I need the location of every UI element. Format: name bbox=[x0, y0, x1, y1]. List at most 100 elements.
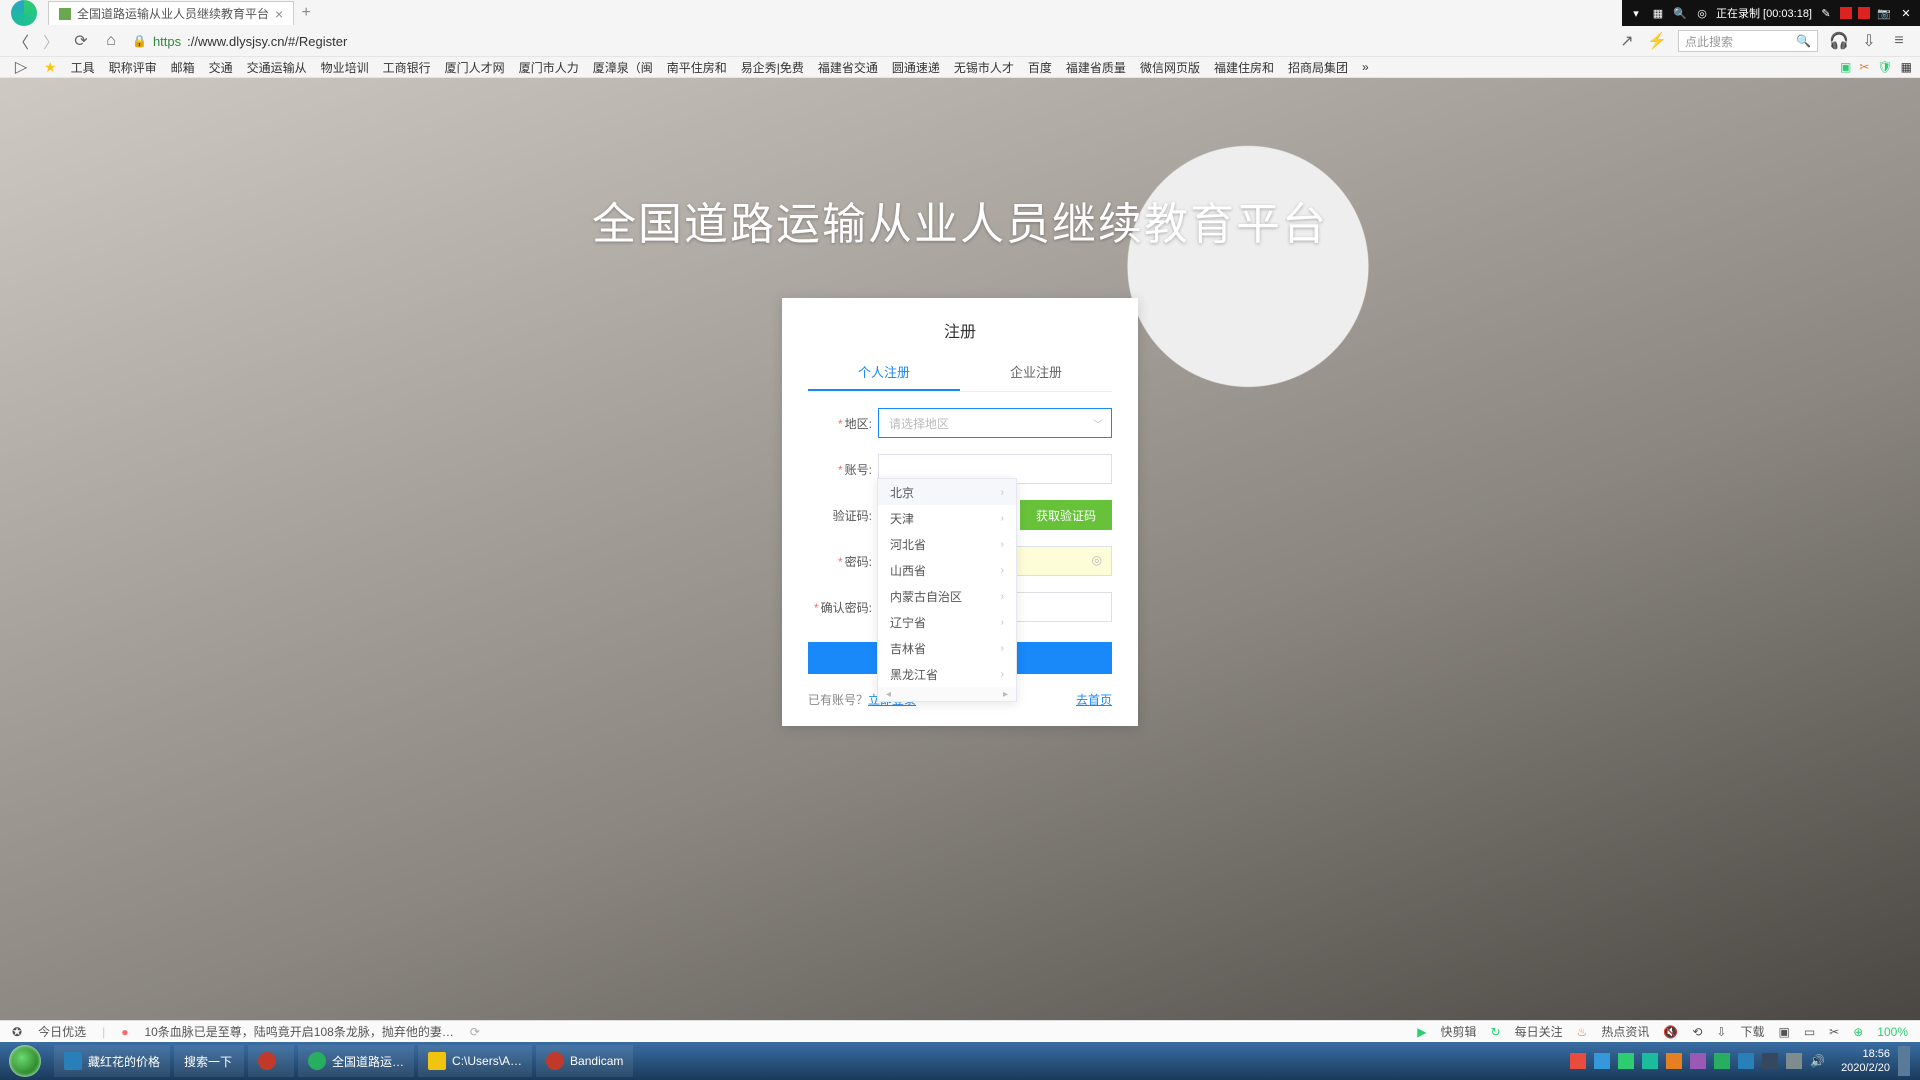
bookmark-item[interactable]: 圆通速递 bbox=[892, 59, 940, 76]
bookmark-item[interactable]: 福建住房和 bbox=[1214, 59, 1274, 76]
tray-icon[interactable] bbox=[1714, 1053, 1730, 1069]
bookmark-item[interactable]: 招商局集团 bbox=[1288, 59, 1348, 76]
flash-icon[interactable]: ⚡ bbox=[1648, 32, 1666, 50]
bookmark-item[interactable]: 厦门人才网 bbox=[445, 59, 505, 76]
bookmark-item[interactable]: 易企秀|免费 bbox=[741, 59, 804, 76]
volume-icon[interactable]: 🔊 bbox=[1810, 1054, 1825, 1068]
ext-grid-icon[interactable]: ▦ bbox=[1901, 60, 1912, 74]
ext-icon[interactable]: ▣ bbox=[1840, 60, 1851, 74]
bookmark-item[interactable]: 微信网页版 bbox=[1140, 59, 1200, 76]
download-small-icon[interactable]: ⇩ bbox=[1716, 1025, 1726, 1039]
dropdown-item[interactable]: 黑龙江省› bbox=[878, 661, 1016, 687]
tray-icon[interactable] bbox=[1618, 1053, 1634, 1069]
eye-icon[interactable]: ◎ bbox=[1092, 553, 1102, 567]
bookmark-item[interactable]: 职称评审 bbox=[109, 59, 157, 76]
back-icon[interactable]: 〈 bbox=[12, 32, 30, 50]
tray-icon[interactable] bbox=[1762, 1053, 1778, 1069]
scroll-right-icon[interactable]: ▸ bbox=[1003, 689, 1008, 700]
hot-icon[interactable]: ♨ bbox=[1577, 1025, 1588, 1039]
bookmark-item[interactable]: 交通运输从 bbox=[247, 59, 307, 76]
bookmark-item[interactable]: 无锡市人才 bbox=[954, 59, 1014, 76]
browser-search[interactable]: 点此搜索 🔍 bbox=[1678, 30, 1818, 52]
get-captcha-button[interactable]: 获取验证码 bbox=[1020, 500, 1112, 530]
chevron-down-icon[interactable]: ▾ bbox=[1628, 5, 1644, 21]
tray-icon[interactable] bbox=[1594, 1053, 1610, 1069]
show-desktop[interactable] bbox=[1898, 1046, 1910, 1076]
bookmark-item[interactable]: 交通 bbox=[209, 59, 233, 76]
tray-icon[interactable] bbox=[1690, 1053, 1706, 1069]
region-select[interactable]: 请选择地区 ﹀ bbox=[878, 408, 1112, 438]
status-today[interactable]: 今日优选 bbox=[38, 1023, 86, 1040]
stop-icon[interactable] bbox=[1858, 7, 1870, 19]
status-download[interactable]: 下载 bbox=[1740, 1023, 1764, 1040]
status-quickedit[interactable]: 快剪辑 bbox=[1441, 1023, 1477, 1040]
scroll-left-icon[interactable]: ◂ bbox=[886, 689, 891, 700]
headphones-icon[interactable]: 🎧 bbox=[1830, 32, 1848, 50]
close-icon[interactable]: ✕ bbox=[1898, 5, 1914, 21]
target-icon[interactable]: ◎ bbox=[1694, 5, 1710, 21]
tray-icon[interactable] bbox=[1642, 1053, 1658, 1069]
star-icon[interactable]: ★ bbox=[44, 59, 57, 76]
bookmark-item[interactable]: 工商银行 bbox=[383, 59, 431, 76]
forward-icon[interactable]: 〉 bbox=[42, 32, 60, 50]
bookmark-item[interactable]: 工具 bbox=[71, 59, 95, 76]
new-tab-button[interactable]: + bbox=[294, 4, 318, 22]
tray-icon[interactable] bbox=[1786, 1053, 1802, 1069]
bookmark-item[interactable]: 百度 bbox=[1028, 59, 1052, 76]
share-icon[interactable]: ↗ bbox=[1618, 32, 1636, 50]
status-news[interactable]: 10条血脉已是至尊，陆鸣竟开启108条龙脉，抛弃他的妻… bbox=[144, 1023, 453, 1040]
bookmark-item[interactable]: 物业培训 bbox=[321, 59, 369, 76]
reload-icon[interactable]: ⟳ bbox=[72, 32, 90, 50]
tray-icon[interactable] bbox=[1570, 1053, 1586, 1069]
address-bar[interactable]: 🔒 https://www.dlysjsy.cn/#/Register bbox=[132, 34, 1606, 49]
refresh-small-icon[interactable]: ⟲ bbox=[1692, 1025, 1702, 1039]
bookmark-item[interactable]: 福建省交通 bbox=[818, 59, 878, 76]
record-stop-icon[interactable] bbox=[1840, 7, 1852, 19]
play-icon[interactable]: ▶ bbox=[1417, 1025, 1426, 1039]
tab-enterprise[interactable]: 企业注册 bbox=[960, 354, 1112, 391]
tab-personal[interactable]: 个人注册 bbox=[808, 354, 960, 391]
zoom-icon[interactable]: ⊕ bbox=[1853, 1025, 1863, 1039]
status-hot[interactable]: 热点资讯 bbox=[1601, 1023, 1649, 1040]
pip-icon[interactable]: ▣ bbox=[1778, 1025, 1789, 1039]
bookmark-item[interactable]: 邮箱 bbox=[171, 59, 195, 76]
dropdown-item[interactable]: 河北省› bbox=[878, 531, 1016, 557]
bookmark-item[interactable]: 福建省质量 bbox=[1066, 59, 1126, 76]
dropdown-item[interactable]: 内蒙古自治区› bbox=[878, 583, 1016, 609]
dropdown-item[interactable]: 吉林省› bbox=[878, 635, 1016, 661]
status-daily[interactable]: 每日关注 bbox=[1515, 1023, 1563, 1040]
refresh-icon[interactable]: ⟳ bbox=[470, 1025, 480, 1039]
browser-tab[interactable]: 全国道路运输从业人员继续教育平台 × bbox=[48, 1, 294, 25]
tab-close-icon[interactable]: × bbox=[275, 6, 283, 22]
taskbar-item[interactable]: 搜索一下 bbox=[174, 1045, 244, 1077]
pencil-icon[interactable]: ✎ bbox=[1818, 5, 1834, 21]
taskbar-item[interactable]: Bandicam bbox=[536, 1045, 633, 1077]
bookmark-item[interactable]: 南平住房和 bbox=[667, 59, 727, 76]
magnify-icon[interactable]: 🔍 bbox=[1672, 5, 1688, 21]
dropdown-item[interactable]: 辽宁省› bbox=[878, 609, 1016, 635]
taskbar-item[interactable]: 藏红花的价格 bbox=[54, 1045, 170, 1077]
bookmark-more-icon[interactable]: » bbox=[1362, 60, 1369, 74]
bookmark-play-icon[interactable]: ▷ bbox=[12, 58, 30, 76]
camera-icon[interactable]: 📷 bbox=[1876, 5, 1892, 21]
ext-shield-icon[interactable]: 🛡 bbox=[1877, 60, 1892, 74]
download-icon[interactable]: ⇩ bbox=[1860, 32, 1878, 50]
status-today-icon[interactable]: ✪ bbox=[12, 1025, 22, 1039]
dropdown-item[interactable]: 北京› bbox=[878, 479, 1016, 505]
sync-icon[interactable]: ↻ bbox=[1491, 1025, 1501, 1039]
tray-icon[interactable] bbox=[1666, 1053, 1682, 1069]
ext-scissors-icon[interactable]: ✂ bbox=[1859, 60, 1869, 74]
dropdown-scroll[interactable]: ◂▸ bbox=[878, 687, 1016, 701]
taskbar-clock[interactable]: 18:56 2020/2/20 bbox=[1833, 1047, 1890, 1075]
tray-icon[interactable] bbox=[1738, 1053, 1754, 1069]
cut-icon[interactable]: ✂ bbox=[1829, 1025, 1839, 1039]
home-link[interactable]: 去首页 bbox=[1076, 691, 1112, 708]
bookmark-item[interactable]: 厦门市人力 bbox=[519, 59, 579, 76]
taskbar-item[interactable]: 全国道路运… bbox=[298, 1045, 414, 1077]
start-button[interactable] bbox=[0, 1042, 50, 1080]
bookmark-item[interactable]: 厦漳泉（闽 bbox=[593, 59, 653, 76]
menu-icon[interactable]: ≡ bbox=[1890, 32, 1908, 50]
dropdown-item[interactable]: 山西省› bbox=[878, 557, 1016, 583]
taskbar-item[interactable] bbox=[248, 1045, 294, 1077]
mute-icon[interactable]: 🔇 bbox=[1663, 1025, 1678, 1039]
